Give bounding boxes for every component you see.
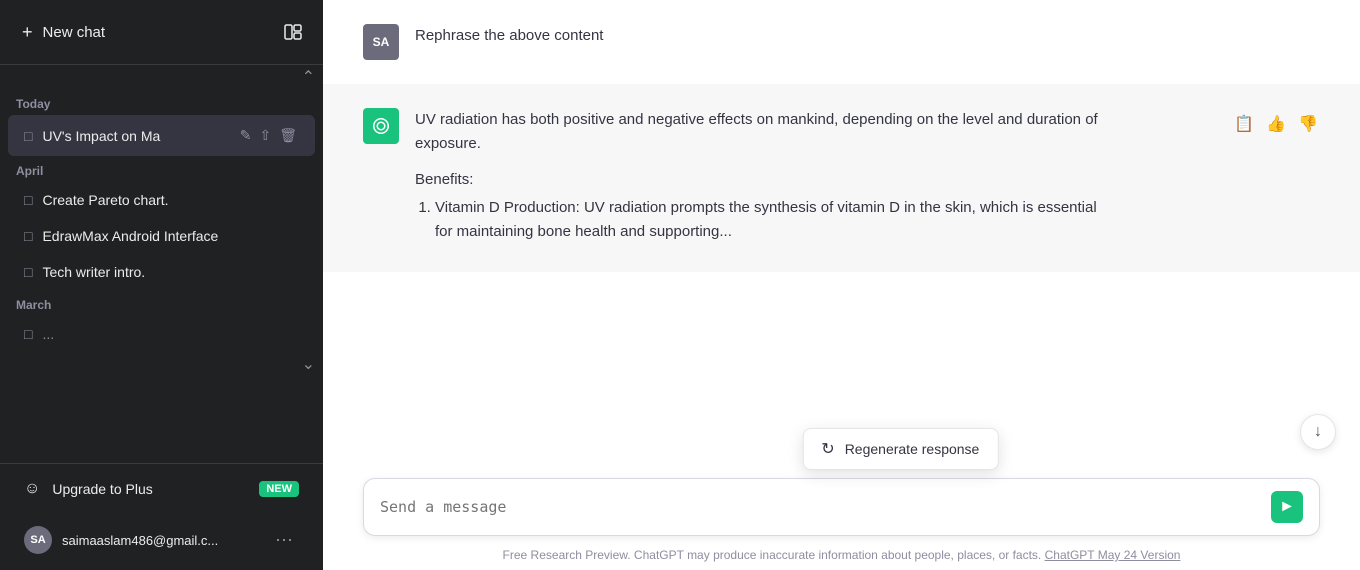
chat-label-march1: ... <box>42 326 299 342</box>
benefits-list: Vitamin D Production: UV radiation promp… <box>415 196 1115 244</box>
openai-icon <box>371 116 391 136</box>
ai-message-actions: 📋 👍 👎 <box>1232 108 1320 248</box>
benefits-heading: Benefits: <box>415 168 1115 192</box>
chat-icon-tech-writer: □ <box>24 264 32 280</box>
chat-label-pareto: Create Pareto chart. <box>42 192 299 208</box>
user-avatar: SA <box>24 526 52 554</box>
chat-item-edrawmax[interactable]: □ EdrawMax Android Interface <box>8 218 315 254</box>
chat-label-uvs: UV's Impact on Ma <box>42 128 227 144</box>
thumbs-up-button[interactable]: 👍 <box>1264 112 1288 136</box>
scroll-down-sidebar-button[interactable]: ⌄ <box>302 354 315 374</box>
today-section-label: Today <box>0 89 323 115</box>
share-button-uvs[interactable]: ⇧ <box>257 125 273 146</box>
main-panel: SA Rephrase the above content UV radiati… <box>323 0 1360 570</box>
chat-item-pareto[interactable]: □ Create Pareto chart. <box>8 182 315 218</box>
new-chat-label: New chat <box>43 24 106 41</box>
ai-message-content: UV radiation has both positive and negat… <box>415 108 1115 248</box>
chat-item-march1[interactable]: □ ... <box>8 316 315 352</box>
delete-button-uvs[interactable]: 🗑 <box>277 125 299 146</box>
disclaimer-link[interactable]: ChatGPT May 24 Version <box>1045 548 1181 562</box>
user-email: saimaaslam486@gmail.c... <box>62 533 259 548</box>
user-avatar-chat: SA <box>363 24 399 60</box>
chat-icon-march1: □ <box>24 326 32 342</box>
send-icon: ► <box>1279 498 1295 516</box>
regenerate-icon: ↻ <box>821 439 834 459</box>
upgrade-label: Upgrade to Plus <box>52 481 152 497</box>
plus-icon: + <box>22 22 33 43</box>
chat-icon-edrawmax: □ <box>24 228 32 244</box>
user-menu-button[interactable]: ⋯ <box>269 528 299 553</box>
message-input-wrapper: ► <box>363 478 1320 536</box>
march-section-label: March <box>0 290 323 316</box>
person-icon: ☺ <box>24 480 40 498</box>
chat-item-uvs-impact[interactable]: □ UV's Impact on Ma ✎ ⇧ 🗑 <box>8 115 315 156</box>
sidebar-scroll-area[interactable]: ⌃ Today □ UV's Impact on Ma ✎ ⇧ 🗑 April … <box>0 65 323 463</box>
scroll-up-button[interactable]: ⌃ <box>302 67 315 87</box>
message-input[interactable] <box>380 498 1271 516</box>
user-chat-initials: SA <box>373 35 390 49</box>
disclaimer: Free Research Preview. ChatGPT may produ… <box>323 544 1360 570</box>
thumbs-down-button[interactable]: 👎 <box>1296 112 1320 136</box>
regenerate-label: Regenerate response <box>845 441 980 457</box>
chat-item-actions-uvs: ✎ ⇧ 🗑 <box>238 125 299 146</box>
chevron-down-icon: ↓ <box>1314 423 1322 441</box>
input-area: ► <box>323 466 1360 544</box>
user-row[interactable]: SA saimaaslam486@gmail.c... ⋯ <box>8 514 315 566</box>
user-message-text: Rephrase the above content <box>415 27 603 44</box>
upgrade-button[interactable]: ☺ Upgrade to Plus NEW <box>8 468 315 510</box>
user-message-row: SA Rephrase the above content <box>323 0 1360 84</box>
chat-item-tech-writer[interactable]: □ Tech writer intro. <box>8 254 315 290</box>
chat-label-edrawmax: EdrawMax Android Interface <box>42 228 299 244</box>
layout-icon <box>283 22 303 42</box>
scroll-down-button[interactable]: ↓ <box>1300 414 1336 450</box>
ai-message-row: UV radiation has both positive and negat… <box>323 84 1360 272</box>
chat-icon-pareto: □ <box>24 192 32 208</box>
chevron-up-area: ⌃ <box>0 65 323 89</box>
ai-avatar-chat <box>363 108 399 144</box>
sidebar: + New chat ⌃ Today □ UV's Impact on Ma ✎… <box>0 0 323 570</box>
sidebar-layout-button[interactable] <box>275 14 311 50</box>
user-initials: SA <box>30 534 45 546</box>
disclaimer-text: Free Research Preview. ChatGPT may produ… <box>503 548 1042 562</box>
edit-button-uvs[interactable]: ✎ <box>238 125 254 146</box>
chevron-down-area: ⌄ <box>0 352 323 376</box>
chat-area[interactable]: SA Rephrase the above content UV radiati… <box>323 0 1360 466</box>
chat-icon-uvs: □ <box>24 128 32 144</box>
sidebar-bottom: ☺ Upgrade to Plus NEW SA saimaaslam486@g… <box>0 463 323 570</box>
benefit-item-1: Vitamin D Production: UV radiation promp… <box>435 196 1115 244</box>
ai-message-intro: UV radiation has both positive and negat… <box>415 108 1115 156</box>
new-chat-button[interactable]: + New chat <box>12 14 267 51</box>
april-section-label: April <box>0 156 323 182</box>
new-badge: NEW <box>259 481 299 497</box>
regenerate-popup[interactable]: ↻ Regenerate response <box>802 428 998 470</box>
copy-button[interactable]: 📋 <box>1232 112 1256 136</box>
user-message-content: Rephrase the above content <box>415 24 1115 60</box>
sidebar-top: + New chat <box>0 0 323 65</box>
send-button[interactable]: ► <box>1271 491 1303 523</box>
chat-label-tech-writer: Tech writer intro. <box>42 264 299 280</box>
